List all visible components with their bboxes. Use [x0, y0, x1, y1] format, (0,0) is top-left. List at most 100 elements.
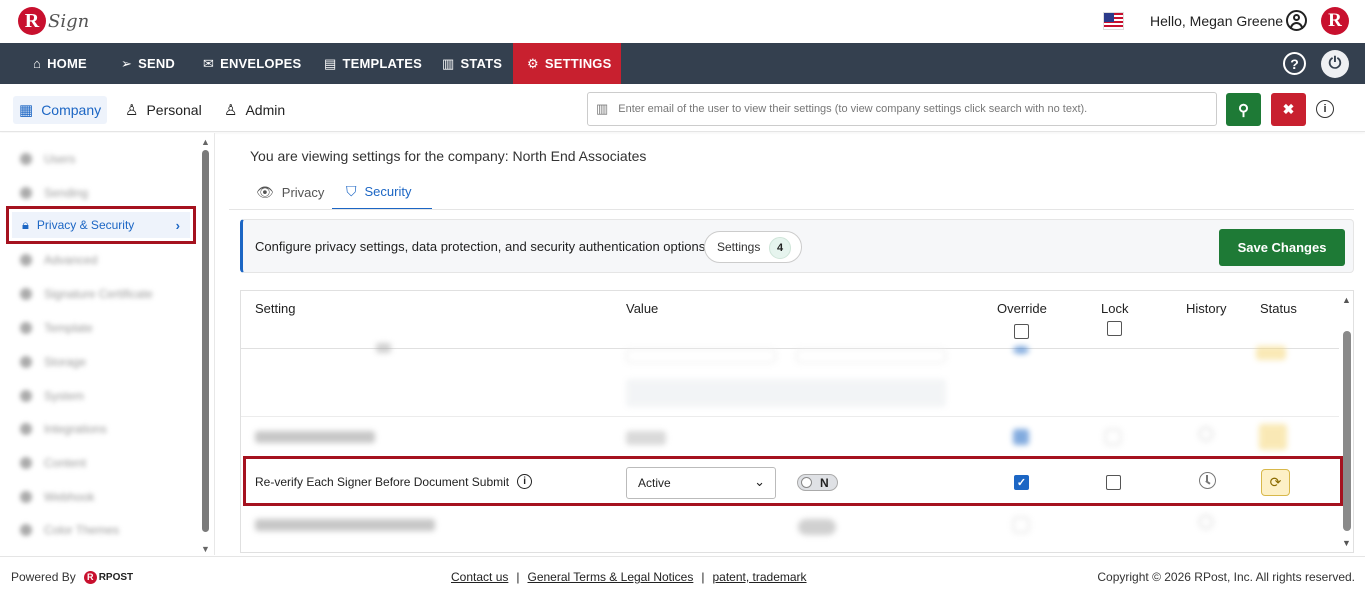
tab-privacy-label: Privacy — [281, 185, 325, 200]
tab-company-label: Company — [41, 102, 102, 118]
scroll-down-arrow-icon[interactable]: ▼ — [201, 544, 210, 554]
table-scroll-down-arrow-icon[interactable]: ▼ — [1342, 538, 1351, 548]
banner-text: Configure privacy settings, data protect… — [255, 239, 709, 254]
nav-stats[interactable]: ▥ STATS — [442, 43, 502, 84]
tab-personal-label: Personal — [146, 102, 202, 118]
sync-icon: ⟳ — [1269, 474, 1282, 490]
rsign-logo[interactable]: R Sign — [18, 5, 89, 37]
sidebar-item[interactable]: Color Themes — [20, 522, 119, 538]
footer-links: Contact us | General Terms & Legal Notices… — [451, 570, 807, 584]
status-badge[interactable]: ⟳ — [1261, 469, 1290, 496]
sidebar-item[interactable]: Integrations — [20, 421, 107, 437]
column-header-setting: Setting — [255, 301, 296, 316]
main-nav: ⌂ HOME ➢ SEND ✉ ENVELOPES ▤ TEMPLATES ▥ … — [0, 43, 1365, 84]
nav-envelopes-label: ENVELOPES — [220, 56, 302, 71]
table-header-divider — [241, 348, 1339, 349]
search-button[interactable]: ⚲ — [1226, 93, 1261, 126]
nav-templates-label: TEMPLATES — [342, 56, 423, 71]
override-checkbox[interactable]: ✓ — [1014, 475, 1029, 490]
rpost-logo: R RPOST — [83, 570, 133, 584]
column-header-history: History — [1186, 301, 1227, 316]
power-icon[interactable]: ⏻ — [1321, 50, 1349, 78]
powered-by: Powered By R RPOST — [11, 570, 133, 584]
clear-button[interactable]: ✖ — [1271, 93, 1306, 126]
sidebar-item[interactable]: Template — [20, 320, 93, 336]
copyright: Copyright © 2026 RPost, Inc. All rights … — [1097, 570, 1355, 584]
sidebar-item[interactable]: Storage — [20, 354, 86, 370]
user-search-input[interactable]: ▥ Enter email of the user to view their … — [587, 92, 1217, 126]
scroll-up-arrow-icon[interactable]: ▲ — [201, 137, 210, 147]
info-icon[interactable]: i — [1316, 100, 1334, 118]
save-changes-button[interactable]: Save Changes — [1219, 229, 1345, 266]
lock-all-checkbox[interactable] — [1107, 321, 1122, 336]
sidebar-item[interactable]: Advanced — [20, 252, 97, 268]
toggle-knob — [801, 477, 812, 488]
user-profile-icon[interactable] — [1286, 10, 1307, 31]
value-select[interactable]: Active ⌄ — [626, 467, 776, 499]
tab-security-label: Security — [364, 184, 412, 199]
row-divider — [241, 416, 1339, 417]
sidebar-item[interactable]: Content — [20, 455, 86, 471]
column-header-override: Override — [997, 301, 1047, 316]
lock-icon: 🔒︎ — [22, 217, 29, 232]
sidebar-item[interactable]: Sending — [20, 185, 88, 201]
tab-personal[interactable]: ♙ Personal — [119, 96, 208, 124]
powered-by-label: Powered By — [11, 570, 76, 584]
nav-settings-label: SETTINGS — [544, 56, 612, 71]
us-flag-icon[interactable] — [1103, 12, 1124, 30]
nav-templates[interactable]: ▤ TEMPLATES — [324, 43, 422, 84]
patent-link[interactable]: patent, trademark — [712, 570, 806, 584]
info-banner: Configure privacy settings, data protect… — [240, 219, 1354, 273]
setting-name: Re-verify Each Signer Before Document Su… — [255, 474, 510, 489]
sidebar-item-label: Privacy & Security — [36, 218, 135, 232]
table-row-reverify-signer: Re-verify Each Signer Before Document Su… — [243, 456, 1343, 506]
settings-table: Setting Value Override Lock History Stat… — [240, 290, 1354, 553]
help-icon[interactable]: ? — [1283, 52, 1306, 75]
settings-sidebar: Users Sending Advanced Signature Certifi… — [0, 133, 215, 555]
info-icon[interactable]: i — [517, 474, 533, 489]
setting-label: Re-verify Each Signer Before Document Su… — [255, 474, 533, 489]
contact-us-link[interactable]: Contact us — [451, 570, 508, 584]
nav-home-label: HOME — [47, 56, 87, 71]
terms-link[interactable]: General Terms & Legal Notices — [528, 570, 694, 584]
nav-home[interactable]: ⌂ HOME — [33, 43, 87, 84]
column-header-lock: Lock — [1101, 301, 1129, 316]
nav-envelopes[interactable]: ✉ ENVELOPES — [203, 43, 301, 84]
page-title: You are viewing settings for the company… — [250, 148, 647, 164]
chevron-right-icon: › — [175, 217, 180, 233]
avatar[interactable]: R — [1321, 7, 1349, 35]
chevron-down-icon: ⌄ — [754, 474, 765, 489]
sidebar-item[interactable]: Users — [20, 151, 75, 167]
shield-icon: ⛉ — [346, 183, 357, 199]
sidebar-item[interactable]: System — [20, 388, 84, 404]
search-placeholder: Enter email of the user to view their se… — [618, 103, 1088, 115]
toggle-label: N — [820, 475, 829, 490]
nav-send[interactable]: ➢ SEND — [121, 43, 175, 84]
nav-stats-label: STATS — [460, 56, 503, 71]
table-scroll-up-arrow-icon[interactable]: ▲ — [1342, 295, 1351, 305]
table-scrollbar[interactable] — [1343, 331, 1351, 531]
sidebar-scrollbar[interactable] — [202, 150, 209, 532]
eye-icon: 👁︎ — [256, 184, 274, 200]
tab-company[interactable]: ▦ Company — [13, 96, 108, 124]
sidebar-item[interactable]: Webhook — [20, 489, 94, 505]
settings-count-badge: Settings 4 — [704, 231, 802, 263]
chart-icon: ▥ — [442, 55, 455, 71]
nav-settings[interactable]: ⚙ SETTINGS — [513, 43, 621, 84]
toggle-switch[interactable]: N — [797, 474, 838, 491]
override-all-checkbox[interactable] — [1014, 324, 1029, 339]
lock-checkbox[interactable] — [1106, 475, 1121, 490]
tab-security[interactable]: ⛉ Security — [332, 175, 432, 210]
tab-privacy[interactable]: 👁︎ Privacy — [252, 175, 328, 210]
building-icon: ▥ — [596, 101, 609, 116]
logo-text: Sign — [48, 10, 90, 32]
sidebar-item-privacy-security[interactable]: 🔒︎ Privacy & Security › — [6, 206, 196, 244]
tab-admin-label: Admin — [245, 102, 286, 118]
sidebar-item[interactable]: Signature Certificate — [20, 286, 153, 302]
column-header-value: Value — [626, 301, 659, 316]
close-icon: ✖ — [1282, 101, 1295, 117]
history-clock-icon[interactable] — [1199, 472, 1216, 489]
logo-letter: R — [18, 7, 46, 35]
user-greeting: Hello, Megan Greene — [1150, 13, 1284, 29]
tab-admin[interactable]: ♙ Admin — [218, 96, 291, 124]
